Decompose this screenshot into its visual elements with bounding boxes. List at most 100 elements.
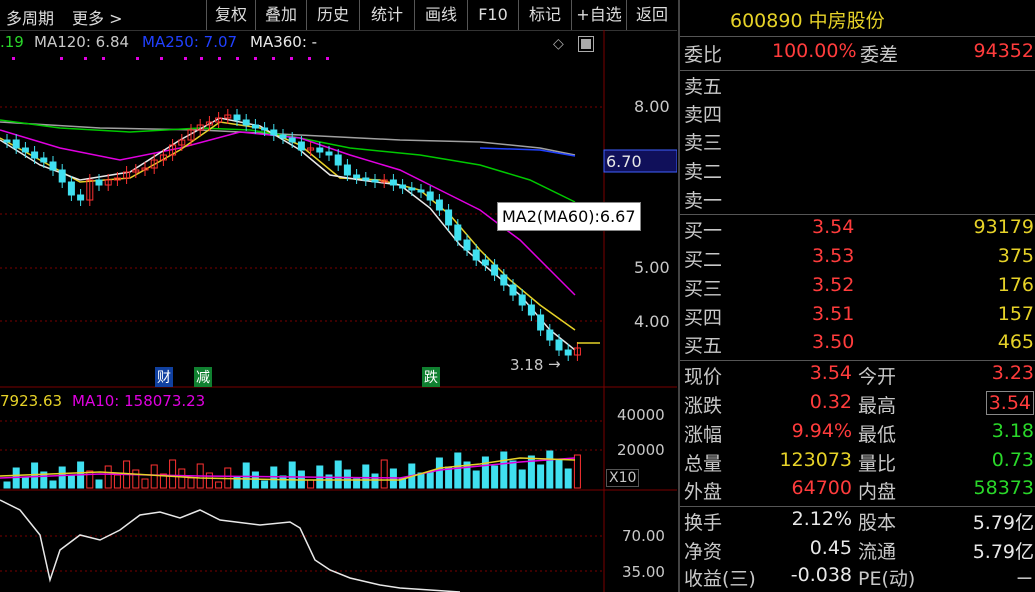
fund-row-turnover: 换手 2.12% 股本 5.79亿 [684,508,1034,534]
fuquan-button[interactable]: 复权 [206,0,255,30]
sell-1-row[interactable]: 卖一 [684,186,1034,214]
volume-bar [573,454,581,489]
volume-bar [362,464,370,489]
candle-body [316,147,324,153]
volume-bar [242,462,250,489]
ma-dot [84,57,87,60]
stat-row-outer: 外盘 64700 内盘 58373 [684,477,1034,503]
indicator-axis-70: 70.00 [622,527,665,545]
volume-bar [537,464,545,489]
stock-code-name: 600890 中房股份 [730,10,885,32]
candle-body [435,199,443,211]
candle-body [371,179,379,183]
volume-bar [546,450,554,489]
more-menu[interactable]: 更多 > [72,5,123,29]
y-axis-label-8: 8.00 [634,97,670,116]
candle-body [31,151,39,159]
ma-dot [160,57,163,60]
ma-dot [308,57,311,60]
candle-body [555,339,563,351]
quote-panel: 600890 中房股份 委比 100.00% 委差 94352 卖五 卖四 卖三… [678,0,1035,592]
overlay-button[interactable]: 叠加 [255,0,306,30]
candle-body [21,147,29,153]
sell-3-row[interactable]: 卖三 [684,128,1034,156]
event-tag-drop[interactable]: 跌 [422,367,440,387]
sell-4-row[interactable]: 卖四 [684,100,1034,128]
volume-bar [445,466,453,489]
candle-body [417,189,425,193]
candle-body [40,157,48,163]
wei-bi-value: 100.00% [772,40,857,62]
candle-body [362,177,370,181]
candle-body [334,154,342,166]
volume-bar [141,478,149,489]
candle-body [463,239,471,251]
draw-line-button[interactable]: 画线 [414,0,467,30]
candle-body [270,129,278,136]
candle-body [445,209,453,226]
candle-body [353,174,361,179]
volume-unit: X10 [606,469,640,487]
ma-dot [12,57,15,60]
candle-body [297,141,305,151]
ma-tooltip: MA2(MA60):6.67 [497,202,641,231]
candle-body [95,179,103,186]
buy-4-row[interactable]: 买四 3.51 157 [684,303,1034,331]
wei-bi-row: 委比 100.00% 委差 94352 [684,40,1034,66]
indicator-axis-35: 35.00 [622,563,665,581]
buy-1-row[interactable]: 买一 3.54 93179 [684,216,1034,244]
wei-cha-value: 94352 [973,40,1034,62]
volume-bar [334,460,342,489]
candle-body [472,249,480,261]
volume-bar [555,459,563,489]
volume-ma5-value: 7923.63 [0,392,63,410]
sell-2-row[interactable]: 卖二 [684,157,1034,185]
candle-body [546,329,554,341]
kline-chart[interactable] [0,30,677,592]
candle-body [500,274,508,286]
candle-body [537,314,545,331]
buy-5-row[interactable]: 买五 3.50 465 [684,331,1034,359]
candle-body [426,191,434,201]
volume-bar [481,456,489,489]
arrow-right-icon: → [548,355,561,373]
event-tag-finance[interactable]: 财 [155,367,173,387]
candle-body [527,304,535,316]
f10-button[interactable]: F10 [467,0,518,30]
candle-body [3,139,11,143]
low-marker: 3.18 [510,356,544,374]
volume-bar [472,470,480,489]
ma-dot [254,57,257,60]
volume-bar [95,479,103,489]
buy-2-row[interactable]: 买二 3.53 375 [684,245,1034,273]
candle-body [77,194,85,201]
ma-dot [218,57,221,60]
mark-button[interactable]: 标记 [518,0,571,30]
stats-button[interactable]: 统计 [359,0,414,30]
volume-bar [49,480,57,489]
volume-bar [132,469,140,489]
volume-bar [3,481,11,489]
current-price-tag: 6.70 [606,152,642,171]
volume-bar [371,473,379,489]
history-button[interactable]: 历史 [306,0,359,30]
volume-bar [104,465,112,489]
back-button[interactable]: 返回 [626,0,677,30]
ma-dot [136,57,139,60]
volume-axis-20000: 20000 [617,441,665,459]
volume-bar [518,469,526,489]
event-tag-reduce[interactable]: 减 [194,367,212,387]
volume-ma10-value: MA10: 158073.23 [72,392,206,410]
chart-toolbar: 多周期 更多 > 复权 叠加 历史 统计 画线 F10 标记 +自选 返回 [0,0,677,31]
volume-bar [288,461,296,489]
period-selector[interactable]: 多周期 [6,5,54,29]
candle-body [49,161,57,171]
add-watchlist-button[interactable]: +自选 [571,0,626,30]
sell-5-row[interactable]: 卖五 [684,72,1034,100]
candle-body [288,137,296,143]
candle-body [67,181,75,196]
volume-bar [564,468,572,489]
fund-row-eps: 收益(三) -0.038 PE(动) － [684,564,1034,590]
ma-dot [200,57,203,60]
buy-3-row[interactable]: 买三 3.52 176 [684,274,1034,302]
